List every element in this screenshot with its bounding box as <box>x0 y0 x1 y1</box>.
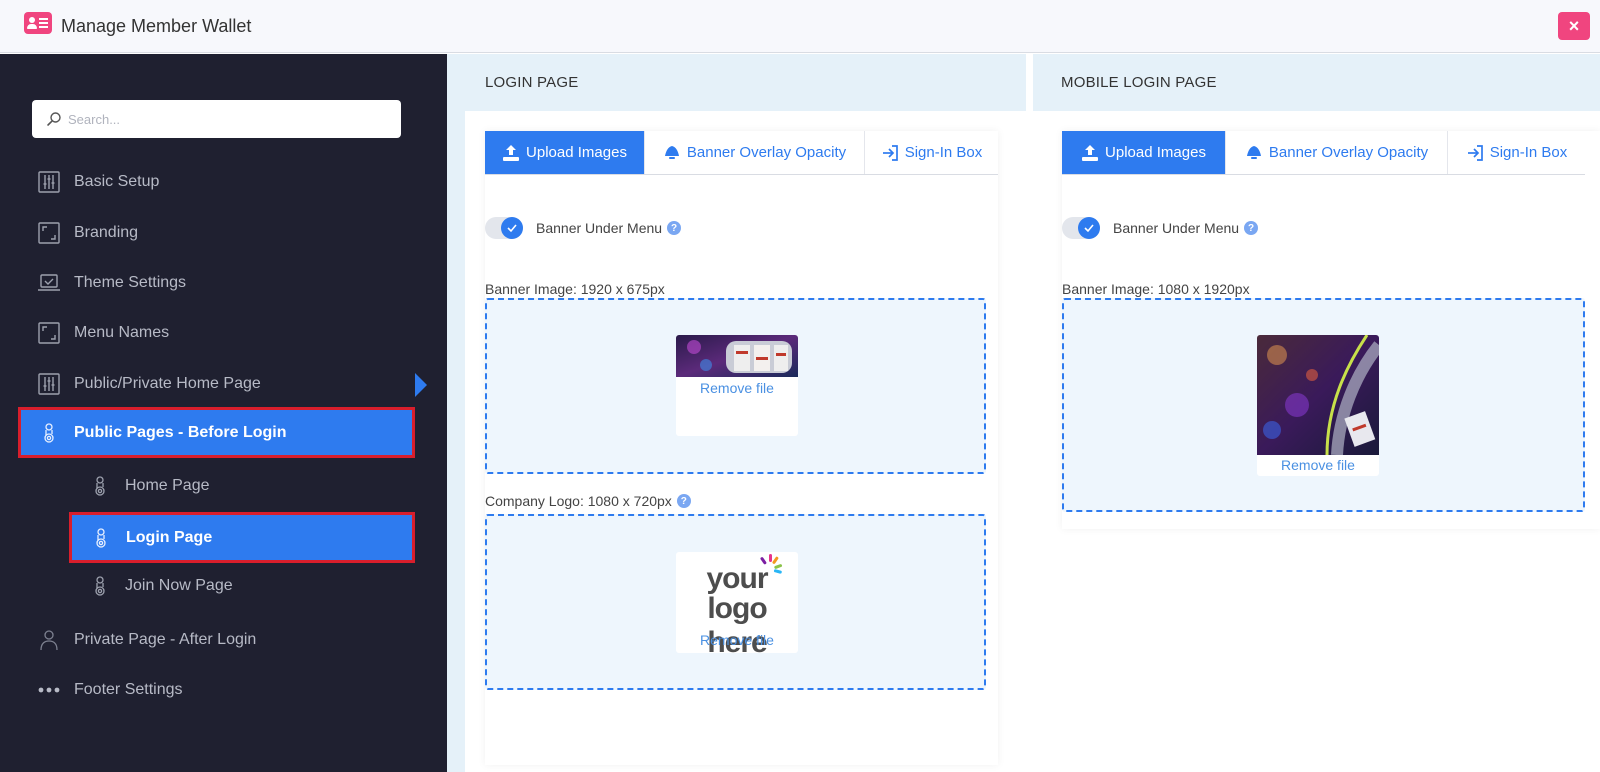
tab-sign-in-box[interactable]: Sign-In Box <box>865 131 998 174</box>
sidebar-item-label: Public Pages - Before Login <box>74 423 287 441</box>
toggle-label: Banner Under Menu <box>536 220 663 236</box>
sidebar-item-label: Branding <box>74 224 139 241</box>
check-icon <box>501 217 523 239</box>
lamp-icon <box>664 145 679 159</box>
banner-under-menu-toggle[interactable] <box>485 217 523 239</box>
sidebar-item-label: Private Page - After Login <box>74 631 257 648</box>
banner-image-dropzone[interactable]: Remove file <box>485 298 986 474</box>
sidebar-item-label: Login Page <box>126 528 213 546</box>
mobile-panel-title: MOBILE LOGIN PAGE <box>1061 74 1217 91</box>
logo-thumbnail: your logo here Remove file <box>676 552 798 653</box>
frame-icon <box>36 320 62 346</box>
sliders-icon <box>36 169 62 195</box>
tab-label: Upload Images <box>1105 144 1206 161</box>
tab-label: Banner Overlay Opacity <box>686 144 847 161</box>
tab-label: Sign-In Box <box>904 144 983 161</box>
slot-machine-image <box>676 335 798 377</box>
tab-upload-images[interactable]: Upload Images <box>1062 131 1226 174</box>
search-input[interactable] <box>68 109 388 129</box>
company-logo-label: Company Logo: 1080 x 720px ? <box>485 493 691 509</box>
sidebar-item-public-private-home[interactable]: Public/Private Home Page <box>36 362 261 406</box>
login-tabs: Upload Images Banner Overlay Opacity Sig… <box>485 131 998 175</box>
sidebar-item-label: Public/Private Home Page <box>74 375 261 392</box>
fingerprint-icon <box>87 473 113 499</box>
laptop-icon <box>36 270 62 296</box>
mobile-banner-dropzone[interactable]: Remove file <box>1062 298 1585 512</box>
sidebar-item-login-page[interactable]: Login Page <box>69 512 415 563</box>
tab-label: Sign-In Box <box>1489 144 1568 161</box>
sidebar-item-basic-setup[interactable]: Basic Setup <box>36 160 159 204</box>
casino-lights-image <box>1257 335 1379 456</box>
banner-thumbnail: Remove file <box>676 335 798 436</box>
company-logo-dropzone[interactable]: your logo here Remove file <box>485 514 986 690</box>
sidebar-item-theme-settings[interactable]: Theme Settings <box>36 261 186 305</box>
tab-banner-overlay-opacity[interactable]: Banner Overlay Opacity <box>1226 131 1448 174</box>
sliders-icon <box>36 371 62 397</box>
banner-under-menu-toggle[interactable] <box>1062 217 1100 239</box>
sidebar-item-label: Menu Names <box>74 324 170 341</box>
banner-under-menu-row: Banner Under Menu ? <box>485 217 682 239</box>
mobile-banner-thumbnail: Remove file <box>1257 335 1379 476</box>
help-icon[interactable]: ? <box>1244 221 1259 235</box>
banner-image-label: Banner Image: 1920 x 675px <box>485 281 665 297</box>
close-button[interactable]: × <box>1558 12 1590 40</box>
tab-upload-images[interactable]: Upload Images <box>485 131 645 174</box>
sidebar-item-footer-settings[interactable]: Footer Settings <box>36 668 183 712</box>
sidebar-item-label: Basic Setup <box>74 173 160 190</box>
sidebar: Basic Setup Branding Theme Settings Menu… <box>0 54 447 772</box>
sidebar-item-menu-names[interactable]: Menu Names <box>36 311 169 355</box>
user-icon <box>36 627 62 653</box>
sidebar-item-label: Join Now Page <box>125 577 233 594</box>
search-box[interactable] <box>32 100 401 138</box>
mobile-panel-header: MOBILE LOGIN PAGE <box>1033 54 1600 111</box>
search-icon <box>47 112 61 126</box>
lamp-icon <box>1246 145 1261 159</box>
upload-icon <box>503 144 520 161</box>
remove-file-link[interactable]: Remove file <box>676 380 798 396</box>
check-icon <box>1078 217 1100 239</box>
sidebar-item-join-now-page[interactable]: Join Now Page <box>87 564 233 608</box>
banner-under-menu-row: Banner Under Menu ? <box>1062 217 1259 239</box>
remove-file-link[interactable]: Remove file <box>676 632 798 648</box>
upload-icon <box>1082 144 1099 161</box>
page-title: Manage Member Wallet <box>61 16 252 36</box>
tab-label: Upload Images <box>526 144 627 161</box>
mobile-tabs: Upload Images Banner Overlay Opacity Sig… <box>1062 131 1585 175</box>
main-content: LOGIN PAGE Upload Images Banner Overlay … <box>447 54 1600 772</box>
login-panel-left-strip <box>447 111 465 772</box>
company-logo-label-text: Company Logo: 1080 x 720px <box>485 493 672 509</box>
sidebar-item-private-page[interactable]: Private Page - After Login <box>36 618 256 662</box>
member-card-icon <box>24 12 52 34</box>
mobile-panel-card: Upload Images Banner Overlay Opacity Sig… <box>1062 131 1600 529</box>
active-indicator-arrow <box>415 373 427 397</box>
toggle-label: Banner Under Menu <box>1113 220 1240 236</box>
mobile-banner-image-label: Banner Image: 1080 x 1920px <box>1062 281 1250 297</box>
sign-in-icon <box>1467 144 1483 161</box>
sidebar-item-label: Theme Settings <box>74 274 187 291</box>
tab-label: Banner Overlay Opacity <box>1268 144 1429 161</box>
top-bar: Manage Member Wallet × <box>0 0 1600 53</box>
sign-in-icon <box>882 144 898 161</box>
sidebar-item-label: Footer Settings <box>74 681 183 698</box>
sidebar-item-branding[interactable]: Branding <box>36 211 138 255</box>
fingerprint-icon <box>87 573 113 599</box>
logo-text-line1: your <box>706 562 768 595</box>
fingerprint-icon <box>88 525 114 551</box>
sidebar-item-label: Home Page <box>125 477 210 494</box>
tab-sign-in-box[interactable]: Sign-In Box <box>1448 131 1585 174</box>
sidebar-item-public-pages[interactable]: Public Pages - Before Login <box>18 407 415 458</box>
help-icon[interactable]: ? <box>676 494 691 508</box>
login-panel-title: LOGIN PAGE <box>485 74 579 91</box>
login-panel-card: Upload Images Banner Overlay Opacity Sig… <box>485 131 998 765</box>
help-icon[interactable]: ? <box>667 221 682 235</box>
login-panel-header: LOGIN PAGE <box>447 54 1026 111</box>
frame-icon <box>36 220 62 246</box>
fingerprint-icon <box>36 420 62 446</box>
sidebar-item-home-page[interactable]: Home Page <box>87 464 210 508</box>
tab-banner-overlay-opacity[interactable]: Banner Overlay Opacity <box>645 131 865 174</box>
remove-file-link[interactable]: Remove file <box>1257 457 1379 473</box>
dots-icon <box>36 677 62 703</box>
